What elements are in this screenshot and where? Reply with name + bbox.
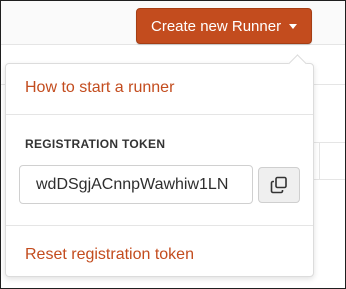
chevron-down-icon (289, 24, 297, 29)
dropdown-divider (6, 225, 313, 226)
copy-token-button[interactable] (258, 167, 300, 203)
runner-dropdown-menu: How to start a runner REGISTRATION TOKEN… (5, 54, 314, 277)
create-new-runner-button[interactable]: Create new Runner (136, 8, 312, 44)
create-new-runner-label: Create new Runner (151, 17, 282, 35)
reset-registration-token-link[interactable]: Reset registration token (25, 246, 194, 264)
copy-icon (270, 176, 287, 194)
dropdown-divider (6, 114, 313, 115)
page-frame: Create new Runner How to start a runner … (0, 0, 346, 289)
how-to-start-runner-link[interactable]: How to start a runner (25, 79, 174, 97)
registration-token-label: REGISTRATION TOKEN (25, 137, 166, 151)
registration-token-field[interactable] (19, 165, 253, 204)
